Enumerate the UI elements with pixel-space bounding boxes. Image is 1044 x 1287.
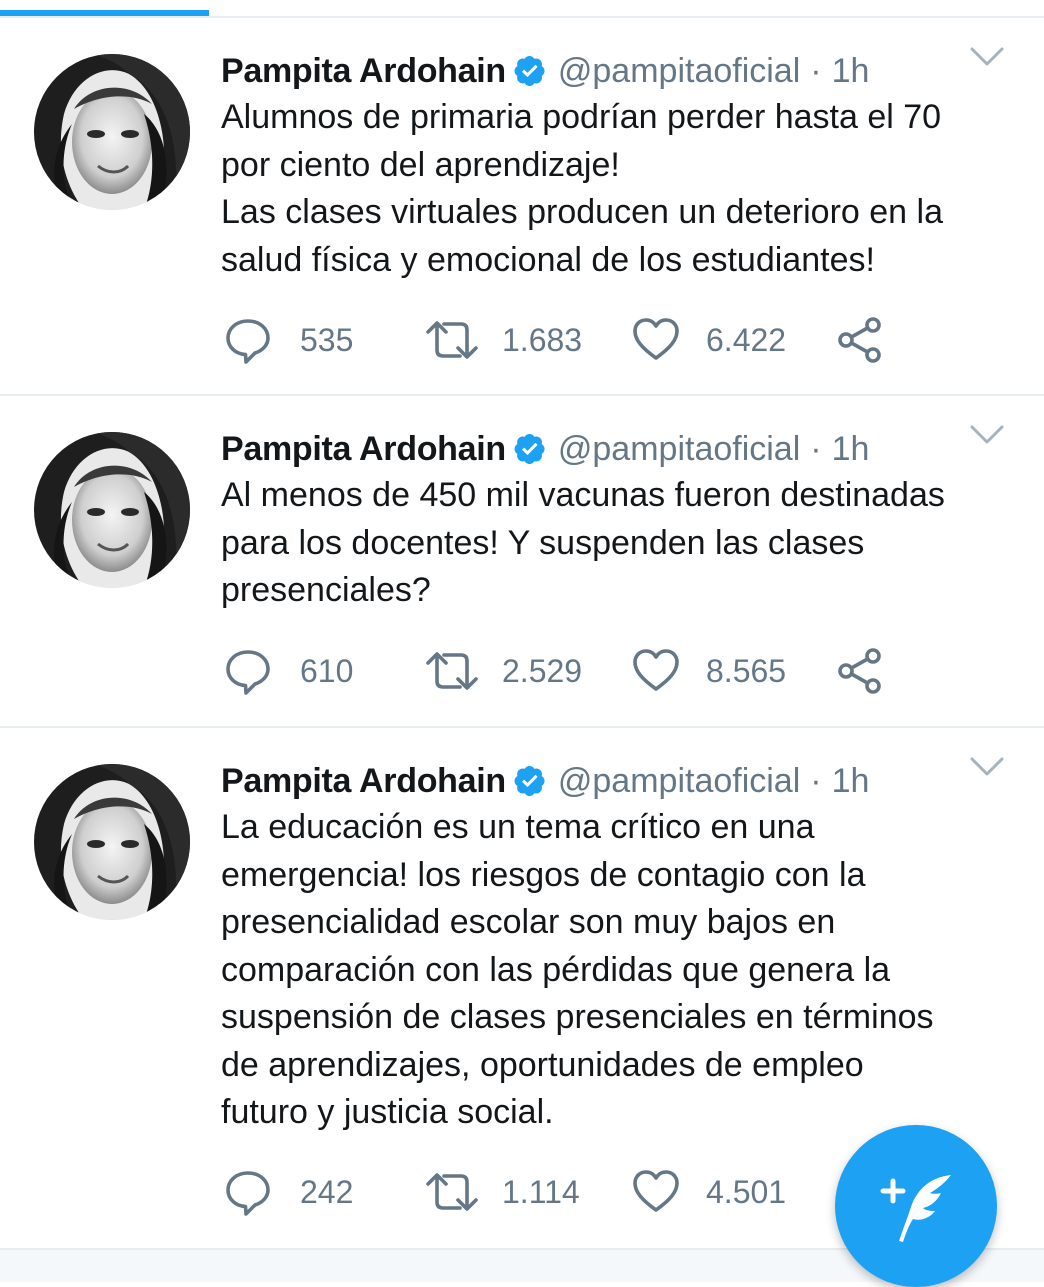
chevron-down-icon[interactable] xyxy=(970,46,1004,68)
verified-badge-icon xyxy=(514,433,546,465)
reply-icon xyxy=(224,316,272,364)
timestamp[interactable]: 1h xyxy=(832,430,870,469)
retweet-count: 1.114 xyxy=(502,1173,580,1210)
separator: · xyxy=(810,429,822,468)
tweet-header: Pampita Ardohain @pampitaoficial · 1h xyxy=(221,758,1044,804)
tweet-1[interactable]: Pampita Ardohain @pampitaoficial · 1h Al… xyxy=(0,18,1044,396)
reply-button[interactable]: 242 xyxy=(224,1168,353,1216)
retweet-button[interactable]: 1.683 xyxy=(424,316,582,364)
retweet-button[interactable]: 2.529 xyxy=(424,647,582,695)
tweet-actions: 242 1.114 4.501 xyxy=(224,1168,924,1216)
username-handle[interactable]: @pampitaoficial xyxy=(558,430,800,469)
avatar[interactable] xyxy=(34,764,190,920)
verified-badge-icon xyxy=(514,765,546,797)
tweet-text: Alumnos de primaria podrían perder hasta… xyxy=(221,98,943,279)
reply-count: 535 xyxy=(300,321,354,358)
heart-icon xyxy=(632,647,680,695)
tweet-actions: 610 2.529 8.565 xyxy=(224,647,924,695)
share-icon xyxy=(836,316,884,364)
heart-icon xyxy=(632,316,680,364)
username-handle[interactable]: @pampitaoficial xyxy=(558,762,800,801)
reply-button[interactable]: 610 xyxy=(224,647,353,695)
retweet-count: 1.683 xyxy=(502,321,583,358)
verified-badge-icon xyxy=(514,55,546,87)
like-button[interactable]: 6.422 xyxy=(632,316,786,364)
retweet-icon xyxy=(424,647,480,695)
tweet-header: Pampita Ardohain @pampitaoficial · 1h xyxy=(221,426,1044,472)
reply-button[interactable]: 535 xyxy=(224,316,353,364)
share-button[interactable] xyxy=(836,316,884,364)
reply-count: 610 xyxy=(300,652,354,689)
separator: · xyxy=(810,51,822,90)
display-name[interactable]: Pampita Ardohain xyxy=(221,52,506,91)
avatar[interactable] xyxy=(34,432,190,588)
display-name[interactable]: Pampita Ardohain xyxy=(221,430,506,469)
share-icon xyxy=(836,647,884,695)
compose-tweet-icon xyxy=(880,1175,951,1242)
display-name[interactable]: Pampita Ardohain xyxy=(221,762,506,801)
tweet-text: Al menos de 450 mil vacunas fueron desti… xyxy=(221,476,945,609)
chevron-down-icon[interactable] xyxy=(970,424,1004,446)
profile-photo xyxy=(34,764,190,920)
like-count: 8.565 xyxy=(706,652,787,689)
avatar[interactable] xyxy=(34,54,190,210)
retweet-icon xyxy=(424,1168,480,1216)
tweet-header: Pampita Ardohain @pampitaoficial · 1h xyxy=(221,48,1044,94)
share-button[interactable] xyxy=(836,647,884,695)
tweet-2[interactable]: Pampita Ardohain @pampitaoficial · 1h Al… xyxy=(0,396,1044,728)
reply-icon xyxy=(224,1168,272,1216)
timestamp[interactable]: 1h xyxy=(832,762,870,801)
like-button[interactable]: 8.565 xyxy=(632,647,786,695)
profile-photo xyxy=(34,54,190,210)
like-button[interactable]: 4.501 xyxy=(632,1168,786,1216)
compose-tweet-button[interactable] xyxy=(835,1125,997,1287)
like-count: 6.422 xyxy=(706,321,787,358)
like-count: 4.501 xyxy=(706,1173,787,1210)
retweet-count: 2.529 xyxy=(502,652,583,689)
profile-photo xyxy=(34,432,190,588)
heart-icon xyxy=(632,1168,680,1216)
tweet-text: La educación es un tema crítico en una e… xyxy=(221,808,934,1131)
timestamp[interactable]: 1h xyxy=(832,52,870,91)
retweet-icon xyxy=(424,316,480,364)
chevron-down-icon[interactable] xyxy=(970,756,1004,778)
username-handle[interactable]: @pampitaoficial xyxy=(558,52,800,91)
tweet-actions: 535 1.683 6.422 xyxy=(224,316,924,364)
reply-count: 242 xyxy=(300,1173,354,1210)
reply-icon xyxy=(224,647,272,695)
separator: · xyxy=(810,761,822,800)
retweet-button[interactable]: 1.114 xyxy=(424,1168,580,1216)
